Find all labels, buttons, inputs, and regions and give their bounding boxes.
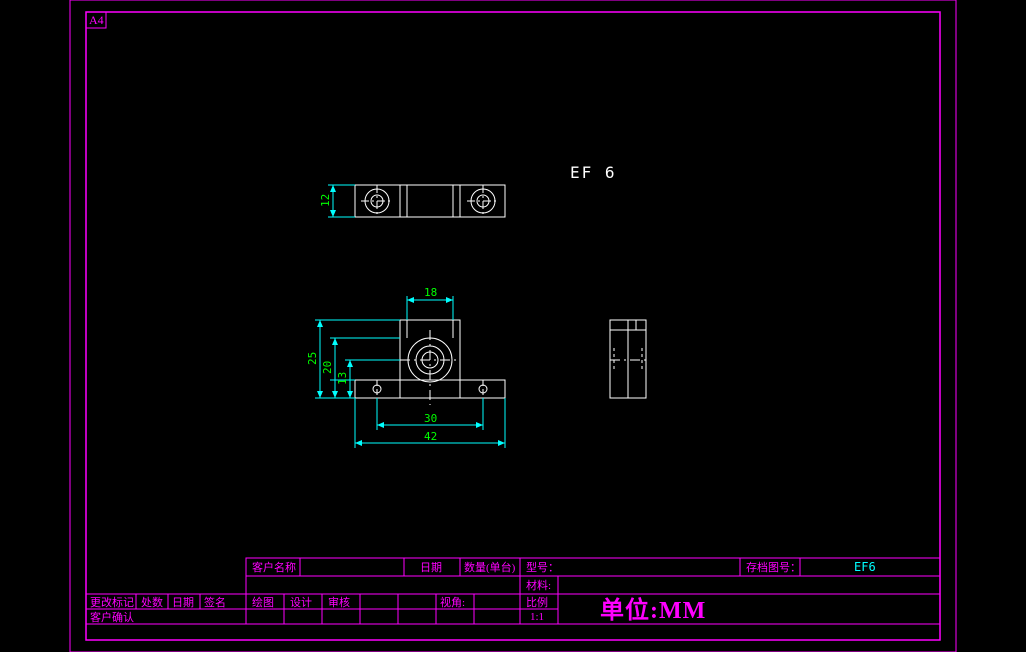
tb-scale: 比例 [526, 595, 548, 609]
unit-label: 单位:MM [600, 596, 706, 624]
sign: 签名 [204, 595, 226, 609]
tb-drawn: 绘图 [252, 595, 274, 609]
tb-design: 设计 [290, 596, 312, 609]
customer-name: 客户名称 [252, 560, 296, 574]
change-mark: 更改标记 [90, 595, 134, 609]
dim-42: 42 [424, 430, 437, 443]
tb-archive: 存档图号： [746, 560, 801, 574]
tb-model: 型号： [526, 560, 559, 574]
title-block: 更改标记 处数 日期 签名 客户确认 客户名称 日期 数量(单台) 型号： 存档… [86, 558, 940, 624]
customer-confirm: 客户确认 [90, 610, 134, 624]
dim-25: 25 [306, 352, 319, 365]
size-label: A4 [89, 13, 104, 27]
part-label: EF 6 [570, 163, 617, 182]
tb-archive-val: EF6 [854, 560, 876, 574]
drawing-canvas: A4 EF 6 12 [0, 0, 1026, 652]
inner-frame [86, 12, 940, 640]
tb-check: 审核 [328, 595, 350, 609]
tb-material: 材料: [526, 578, 551, 592]
count: 处数 [141, 596, 163, 609]
rev-date: 日期 [172, 596, 194, 609]
dim-18: 18 [424, 286, 437, 299]
dim-30: 30 [424, 412, 437, 425]
tb-view: 视角: [440, 595, 465, 609]
front-view: 18 25 20 13 30 42 [306, 286, 505, 448]
dim-top-height: 12 [319, 194, 332, 207]
dim-20: 20 [321, 361, 334, 374]
dim-13: 13 [336, 372, 349, 385]
tb-qty: 数量(单台) [464, 560, 516, 574]
side-view [610, 320, 646, 398]
outer-frame [70, 0, 956, 652]
tb-date: 日期 [420, 561, 442, 574]
top-view: 12 [319, 185, 505, 217]
tb-scale-val: 1:1 [530, 611, 544, 623]
